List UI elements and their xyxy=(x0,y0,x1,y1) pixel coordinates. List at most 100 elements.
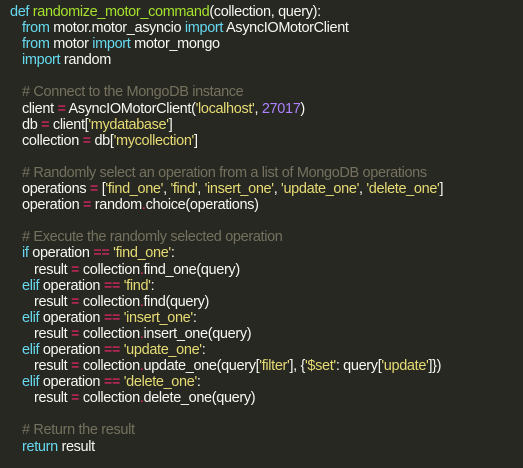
code-text: motor xyxy=(53,36,93,53)
operator: = xyxy=(71,261,80,278)
code-text: : xyxy=(196,374,201,391)
keyword: elif xyxy=(22,309,43,326)
code-line: elif operation == 'delete_one': xyxy=(10,374,523,390)
code-text: choice(operations) xyxy=(145,197,259,214)
code-text: ]}) xyxy=(428,358,442,375)
code-text: : xyxy=(201,341,206,358)
code-text: find_one(query) xyxy=(143,261,241,278)
code-text: collection xyxy=(79,293,140,310)
code-editor[interactable]: def randomize_motor_command(collection, … xyxy=(0,0,523,468)
code-line: operations = ['find_one', 'find', 'inser… xyxy=(10,181,523,197)
string-literal: 'insert_one' xyxy=(123,309,193,326)
code-text: operations xyxy=(22,181,90,198)
code-text: (collection, query): xyxy=(209,4,321,20)
code-text: : xyxy=(150,277,155,294)
code-text: client[ xyxy=(49,116,89,133)
keyword: import xyxy=(184,20,226,37)
code-text: ] xyxy=(439,181,444,198)
code-text: db[ xyxy=(90,132,114,149)
keyword: def xyxy=(10,4,33,20)
comment: # Randomly select an operation from a li… xyxy=(22,164,427,181)
string-literal: 'find_one' xyxy=(113,245,171,262)
code-text: result xyxy=(34,293,72,310)
code-line: result = collection.find_one(query) xyxy=(10,262,523,278)
code-text: find(query) xyxy=(143,293,210,310)
code-text: operation xyxy=(42,341,104,358)
operator: == xyxy=(103,309,121,326)
code-text: ) xyxy=(300,100,305,117)
string-literal: 'filter' xyxy=(259,358,290,375)
operator: = xyxy=(82,132,91,149)
code-text: motor_mongo xyxy=(134,36,220,53)
code-text: result xyxy=(34,261,72,278)
string-literal: 'delete_one' xyxy=(123,374,197,391)
code-line: # Return the result xyxy=(10,422,523,438)
string-literal: 'find_one' xyxy=(105,181,164,198)
keyword: from xyxy=(22,36,54,53)
string-literal: 'update' xyxy=(381,358,429,375)
string-literal: 'find' xyxy=(170,181,198,198)
operator: = xyxy=(71,358,80,375)
string-literal: 'delete_one' xyxy=(366,181,440,198)
string-literal: 'mydatabase' xyxy=(88,116,169,133)
code-text: operation xyxy=(42,374,104,391)
code-text: result xyxy=(34,390,72,407)
comment: # Connect to the MongoDB instance xyxy=(22,84,244,101)
operator: == xyxy=(103,277,121,294)
string-literal: 'update_one' xyxy=(281,181,359,198)
code-line: client = AsyncIOMotorClient('localhost',… xyxy=(10,101,523,117)
code-text: collection xyxy=(79,358,140,375)
code-text: collection xyxy=(22,132,83,149)
code-text: db xyxy=(22,116,42,133)
code-text: result xyxy=(61,438,95,455)
code-line: # Connect to the MongoDB instance xyxy=(10,84,523,100)
operator: = xyxy=(71,390,80,407)
code-text: : query[ xyxy=(335,358,382,375)
code-text: : xyxy=(170,245,175,262)
operator: = xyxy=(71,293,80,310)
code-text: insert_one(query) xyxy=(143,325,252,342)
comment: # Return the result xyxy=(22,422,135,439)
code-text: operation xyxy=(42,277,104,294)
code-text: ] xyxy=(168,116,173,133)
code-line: elif operation == 'insert_one': xyxy=(10,310,523,326)
code-text: operation xyxy=(42,309,104,326)
keyword: from xyxy=(22,20,54,37)
code-text: AsyncIOMotorClient( xyxy=(65,100,196,117)
code-text: collection xyxy=(79,261,140,278)
keyword: elif xyxy=(22,277,43,294)
keyword: if xyxy=(22,245,33,262)
operator: == xyxy=(93,245,110,262)
code-text: random xyxy=(91,197,142,214)
code-text: : xyxy=(192,309,197,326)
code-line: result = collection.insert_one(query) xyxy=(10,326,523,342)
code-text: collection xyxy=(79,390,140,407)
operator: == xyxy=(103,341,121,358)
operator: = xyxy=(83,197,92,214)
code-line: return result xyxy=(10,439,523,455)
code-text: , xyxy=(197,181,205,198)
code-line: db = client['mydatabase'] xyxy=(10,117,523,133)
operator: = xyxy=(57,100,66,117)
code-line: import random xyxy=(10,52,523,68)
string-literal: 'localhost' xyxy=(195,100,255,117)
code-line: result = collection.delete_one(query) xyxy=(10,390,523,406)
string-literal: '$set' xyxy=(304,358,336,375)
code-line: from motor.motor_asyncio import AsyncIOM… xyxy=(10,20,523,36)
code-text: update_one(query[ xyxy=(143,358,260,375)
keyword: elif xyxy=(22,374,43,391)
code-line: elif operation == 'find': xyxy=(10,278,523,294)
code-line: result = collection.find(query) xyxy=(10,294,523,310)
code-text: motor.motor_asyncio xyxy=(53,20,185,37)
keyword: return xyxy=(22,438,62,455)
operator: == xyxy=(103,374,121,391)
code-text: AsyncIOMotorClient xyxy=(225,20,349,37)
function-name: randomize_motor_command xyxy=(32,4,210,20)
string-literal: 'find' xyxy=(123,277,151,294)
operator: = xyxy=(89,181,99,198)
number-literal: 27017 xyxy=(261,100,301,117)
code-text: result xyxy=(34,358,72,375)
